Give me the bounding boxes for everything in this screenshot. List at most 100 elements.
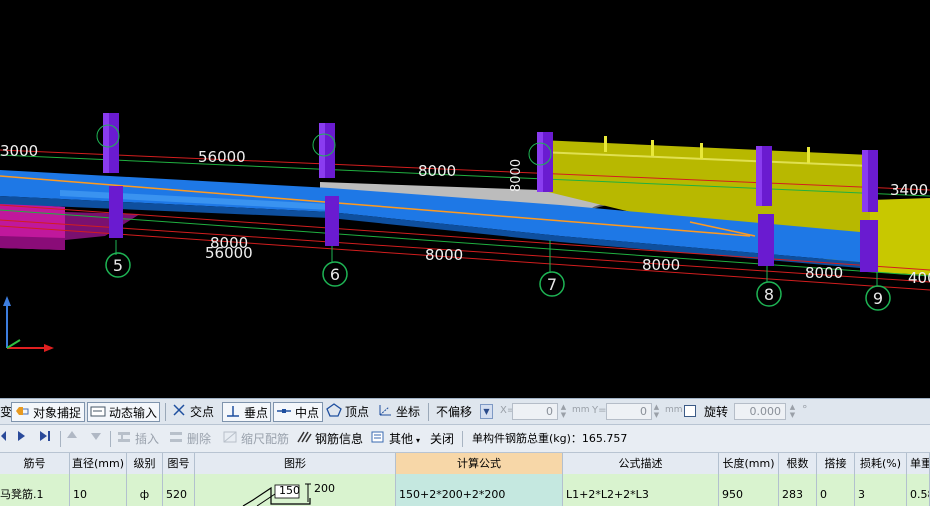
column-header[interactable]: 根数 [779,453,817,474]
move-down-icon[interactable] [90,429,102,449]
midpoint-label: 中点 [295,406,320,420]
degree-unit-label: ° [802,403,808,416]
y-offset-label: Y= [592,405,607,416]
insert-row-icon [116,430,132,450]
coordinate-icon [377,403,393,423]
model-canvas[interactable]: 3000 56000 56000 8000 8000 8000 8000 800… [0,0,930,398]
y-unit-label: mm [665,405,683,415]
object-snap-button[interactable]: 对象捕捉 [11,402,85,422]
cell-formula[interactable]: 150+2*200+2*200 [396,474,563,506]
column-header[interactable]: 公式描述 [563,453,719,474]
offset-mode-value: 不偏移 [436,405,473,419]
cell-length[interactable]: 950 [719,474,779,506]
other-menu-icon [370,430,386,450]
rotate-label: 旋转 [704,405,729,419]
shape-dim-b: 200 [314,482,335,495]
rebar-info-label: 钢筋信息 [315,432,364,446]
rotate-angle-input[interactable]: 0.000 [734,403,786,420]
ucs-axis-icon [3,296,54,352]
delete-row-icon [168,430,184,450]
x-unit-label: mm [572,405,590,415]
offset-mode-select[interactable]: 不偏移 ▼ [436,403,494,421]
cell-count[interactable]: 283 [779,474,817,506]
column-header[interactable]: 直径(mm) [70,453,127,474]
yellow-wall-right [870,198,930,275]
rebar-info-button[interactable]: 钢筋信息 [296,429,363,449]
rotate-angle-spinner[interactable]: ▲ ▼ [788,403,797,420]
x-offset-input[interactable]: 0 [512,403,558,420]
dim-label: 8000 [210,234,248,252]
next-icon[interactable] [16,429,26,449]
other-menu-button[interactable]: 其他 ▾ [370,429,420,449]
dim-label: 3400 [890,181,928,199]
scale-rebar-button[interactable]: 缩尺配筋 [222,429,289,449]
column-header[interactable]: 计算公式 [396,453,563,474]
midpoint-snap[interactable]: 中点 [273,402,323,422]
cell-figure-no[interactable]: 520 [163,474,195,506]
dim-label: 8000 [425,246,463,264]
column [109,186,123,238]
x-offset-spinner[interactable]: ▲ ▼ [559,403,568,420]
cell-unit-weight[interactable]: 0.58 [907,474,930,506]
column [325,196,339,246]
perpendicular-icon [225,404,241,424]
delete-label: 删除 [187,432,212,446]
column-header[interactable]: 图形 [195,453,396,474]
perpendicular-label: 垂点 [244,406,269,420]
other-menu-label: 其他 [389,432,414,446]
cell-formula-desc[interactable]: L1+2*L2+2*L3 [563,474,719,506]
dropdown-arrow-icon: ▾ [416,436,421,445]
vertex-icon [326,402,342,423]
cell-shape[interactable]: 150 200 [195,474,396,506]
dim-label: 3000 [0,142,38,160]
last-icon[interactable] [38,429,52,449]
vertex-snap[interactable]: 顶点 [326,402,369,422]
axis-marker-label: 5 [113,256,123,275]
rotate-checkbox[interactable] [684,405,696,417]
intersection-icon [171,403,187,423]
previous-icon[interactable] [0,429,6,449]
coordinate-label: 坐标 [396,405,421,419]
column-header[interactable]: 损耗(%) [855,453,907,474]
dim-label: 8000 [418,162,456,180]
cell-loss[interactable]: 3 [855,474,907,506]
cell-rebar-name[interactable]: 马凳筋.1 [0,474,70,506]
intersection-label: 交点 [190,405,215,419]
column [860,220,878,272]
axis-marker-label: 9 [873,289,883,308]
move-up-icon[interactable] [66,429,78,449]
shape-dim-a: 150 [279,484,300,497]
column [758,214,774,266]
perpendicular-snap[interactable]: 垂点 [222,402,271,422]
column-header[interactable]: 单重 [907,453,930,474]
dim-label: 8000 [805,264,843,282]
dim-label: 4000 [908,269,930,287]
axis-marker-label: 8 [764,285,774,304]
total-weight-text: 单构件钢筋总重(kg)：165.757 [472,432,628,445]
delete-button[interactable]: 删除 [168,429,211,449]
y-offset-input[interactable]: 0 [606,403,652,420]
column-header[interactable]: 搭接 [817,453,855,474]
dim-label: 8000 [642,256,680,274]
column-header[interactable]: 图号 [163,453,195,474]
close-button[interactable]: 关闭 [430,429,454,449]
table-row[interactable]: 马凳筋.1 10 ф 520 150 200 150+2*200+2*200 L… [0,474,930,506]
chevron-down-icon[interactable]: ▼ [480,404,493,419]
cell-diameter[interactable]: 10 [70,474,127,506]
insert-button[interactable]: 插入 [116,429,159,449]
slab-magenta-shade [65,212,140,240]
3d-viewport[interactable]: 3000 56000 56000 8000 8000 8000 8000 800… [0,0,930,398]
scale-rebar-icon [222,430,238,450]
intersection-snap[interactable]: 交点 [171,402,214,422]
column-header[interactable]: 筋号 [0,453,70,474]
rebar-toolbar: 插入 删除 缩尺配筋 钢筋信息 其他 ▾ 关闭 单构件钢筋总重(kg)：165.7… [0,425,930,453]
dynamic-input-button[interactable]: 动态输入 [87,402,160,422]
column-header[interactable]: 长度(mm) [719,453,779,474]
midpoint-icon [276,404,292,424]
slab-magenta-bottom [0,236,65,250]
cell-lap[interactable]: 0 [817,474,855,506]
y-offset-spinner[interactable]: ▲ ▼ [652,403,661,420]
cell-grade[interactable]: ф [127,474,163,506]
coordinate-snap[interactable]: 坐标 [377,402,420,422]
column-header[interactable]: 级别 [127,453,163,474]
